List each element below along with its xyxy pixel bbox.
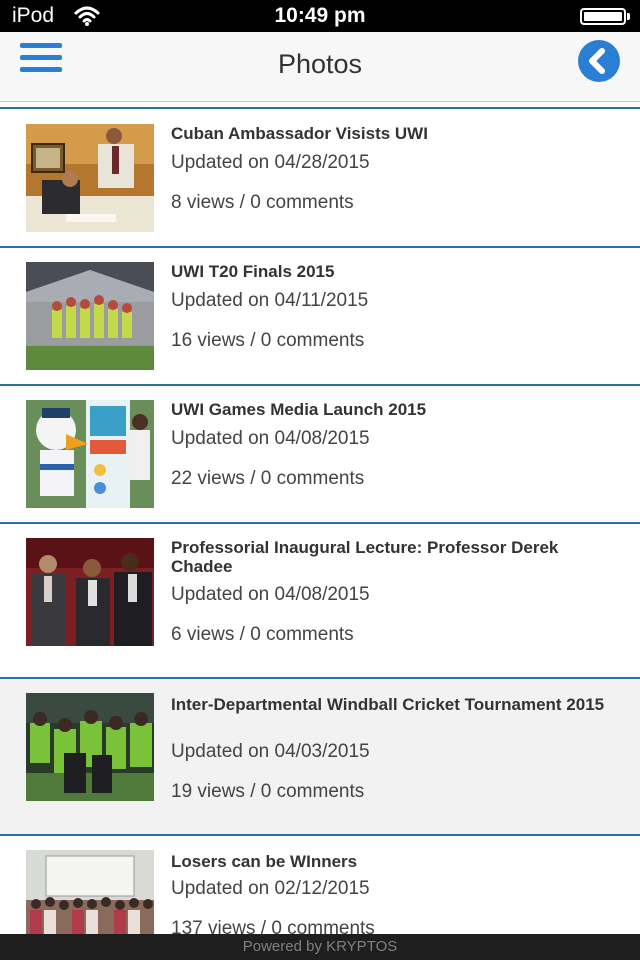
album-updated-date: Updated on 04/08/2015 bbox=[171, 428, 370, 449]
back-chevron-circle-icon[interactable] bbox=[578, 40, 620, 82]
photo-album-list[interactable]: Cuban Ambassador Visists UWI Updated on … bbox=[0, 102, 640, 934]
album-list-item[interactable]: Losers can be WInners Updated on 02/12/2… bbox=[0, 846, 640, 934]
album-title: UWI T20 Finals 2015 bbox=[171, 262, 335, 281]
album-updated-date: Updated on 04/28/2015 bbox=[171, 152, 370, 173]
powered-by-footer: Powered by KRYPTOS bbox=[0, 934, 640, 960]
album-title: Cuban Ambassador Visists UWI bbox=[171, 124, 428, 143]
album-stats: 8 views / 0 comments bbox=[171, 192, 354, 213]
album-stats: 137 views / 0 comments bbox=[171, 918, 375, 934]
list-top-divider bbox=[0, 107, 640, 109]
battery-icon bbox=[580, 8, 630, 25]
album-thumbnail bbox=[26, 124, 154, 232]
album-list-item[interactable]: Inter-Departmental Windball Cricket Tour… bbox=[0, 679, 640, 836]
album-list-item[interactable]: Cuban Ambassador Visists UWI Updated on … bbox=[0, 110, 640, 248]
status-bar: iPod 10:49 pm bbox=[0, 0, 640, 32]
album-stats: 6 views / 0 comments bbox=[171, 624, 354, 645]
album-list-item[interactable]: UWI Games Media Launch 2015 Updated on 0… bbox=[0, 386, 640, 524]
album-thumbnail bbox=[26, 693, 154, 801]
album-thumbnail bbox=[26, 850, 154, 934]
album-updated-date: Updated on 02/12/2015 bbox=[171, 878, 370, 899]
album-title: Inter-Departmental Windball Cricket Tour… bbox=[171, 695, 605, 714]
album-stats: 22 views / 0 comments bbox=[171, 468, 365, 489]
album-thumbnail bbox=[26, 538, 154, 646]
status-time: 10:49 pm bbox=[274, 4, 366, 27]
album-stats: 19 views / 0 comments bbox=[171, 781, 365, 802]
album-stats: 16 views / 0 comments bbox=[171, 330, 365, 351]
album-title: UWI Games Media Launch 2015 bbox=[171, 400, 427, 419]
nav-bar: Photos bbox=[0, 32, 640, 102]
album-updated-date: Updated on 04/03/2015 bbox=[171, 741, 370, 762]
album-thumbnail bbox=[26, 262, 154, 370]
page-title: Photos bbox=[277, 49, 363, 79]
album-title: Professorial Inaugural Lecture: Professo… bbox=[171, 538, 559, 576]
album-updated-date: Updated on 04/08/2015 bbox=[171, 584, 370, 605]
album-updated-date: Updated on 04/11/2015 bbox=[171, 290, 369, 311]
album-list-item[interactable]: Professorial Inaugural Lecture: Professo… bbox=[0, 524, 640, 679]
album-thumbnail bbox=[26, 400, 154, 508]
album-title: Losers can be WInners bbox=[171, 852, 358, 871]
album-list-item[interactable]: UWI T20 Finals 2015 Updated on 04/11/201… bbox=[0, 248, 640, 386]
